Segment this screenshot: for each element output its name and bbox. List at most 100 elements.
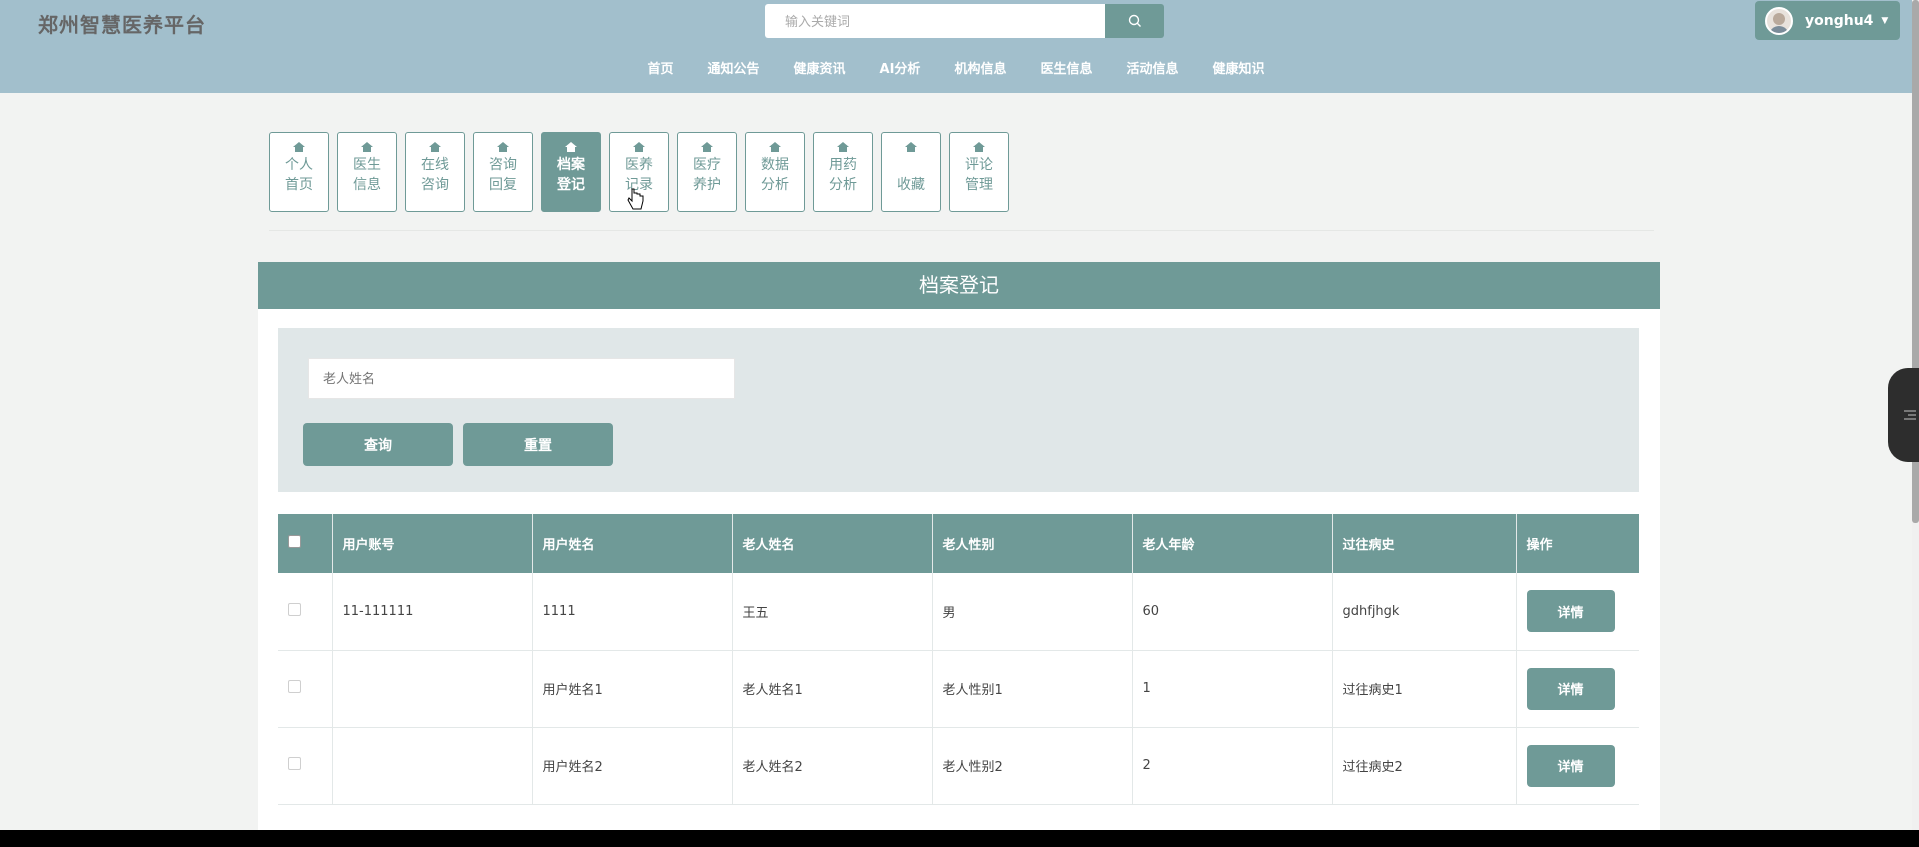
table-cell: 用户姓名1	[532, 650, 733, 728]
table-cell: gdhfjhgk	[1332, 573, 1517, 651]
nav-item-doctors[interactable]: 医生信息	[1023, 58, 1109, 82]
table-cell: 2	[1132, 727, 1333, 805]
top-header: 郑州智慧医养平台 yonghu4 ▼ 首页 通知公告 健康资讯 AI分析 机构信…	[0, 0, 1912, 93]
detail-button[interactable]: 详情	[1526, 590, 1615, 633]
site-brand[interactable]: 郑州智慧医养平台	[38, 9, 206, 38]
table-cell: 1111	[532, 573, 733, 651]
tile-label-line1: 个人	[285, 157, 313, 173]
menu-tile[interactable]: 收藏	[881, 132, 941, 212]
tile-label-line2: 管理	[965, 177, 993, 193]
mouse-cursor-icon	[627, 188, 644, 210]
table-cell: 1	[1132, 650, 1333, 728]
menu-tile[interactable]: 档案 登记	[541, 132, 601, 212]
table-cell: 老人姓名2	[732, 727, 933, 805]
query-button[interactable]: 查询	[303, 423, 453, 466]
tile-label-line2: 回复	[489, 177, 517, 193]
tile-label-line1: 数据	[761, 157, 789, 173]
col-header: 用户姓名	[532, 514, 733, 573]
tile-label-line1: 医疗	[693, 157, 721, 173]
menu-tile[interactable]: 数据 分析	[745, 132, 805, 212]
side-drawer-toggle[interactable]	[1888, 368, 1919, 462]
tile-label-line1: 评论	[965, 157, 993, 173]
table-cell	[332, 650, 533, 728]
menu-tile[interactable]: 用药 分析	[813, 132, 873, 212]
table-cell: 60	[1132, 573, 1333, 651]
search-button[interactable]	[1105, 4, 1164, 38]
list-icon	[1904, 410, 1916, 420]
home-icon	[565, 142, 577, 152]
row-select-cell	[278, 650, 333, 728]
table-header-row: 用户账号 用户姓名 老人姓名 老人性别 老人年龄 过往病史 操作	[278, 514, 1639, 573]
detail-button[interactable]: 详情	[1526, 667, 1615, 710]
user-menu[interactable]: yonghu4 ▼	[1755, 1, 1900, 40]
nav-item-health-knowledge[interactable]: 健康知识	[1195, 58, 1281, 82]
nav-item-health-news[interactable]: 健康资讯	[777, 58, 863, 82]
home-icon	[497, 142, 509, 152]
col-header: 操作	[1516, 514, 1639, 573]
menu-tile[interactable]: 评论 管理	[949, 132, 1009, 212]
tile-label-line2: 分析	[761, 177, 789, 193]
table-cell: 老人性别2	[932, 727, 1133, 805]
table-cell: 过往病史1	[1332, 650, 1517, 728]
tile-label-line2: 首页	[285, 177, 313, 193]
menu-tile[interactable]: 个人 首页	[269, 132, 329, 212]
nav-item-ai-analysis[interactable]: AI分析	[863, 58, 938, 82]
select-all-checkbox[interactable]	[288, 535, 301, 548]
col-header: 老人性别	[932, 514, 1133, 573]
table-row: 11-111111 1111 王五男 60 gdhfjhgk 详情	[278, 573, 1639, 651]
nav-item-home[interactable]: 首页	[630, 58, 690, 82]
table-cell	[332, 727, 533, 805]
tile-label-line2: 登记	[557, 177, 585, 193]
row-checkbox[interactable]	[288, 680, 301, 693]
col-header: 老人年龄	[1132, 514, 1333, 573]
menu-tile[interactable]: 医生 信息	[337, 132, 397, 212]
home-icon	[973, 142, 985, 152]
nav-item-institutions[interactable]: 机构信息	[937, 58, 1023, 82]
tile-label-line1: 档案	[557, 157, 585, 173]
avatar	[1765, 6, 1793, 35]
archive-table: 用户账号 用户姓名 老人姓名 老人性别 老人年龄 过往病史 操作 11-1111…	[278, 514, 1639, 805]
tile-label-line1: 医生	[353, 157, 381, 173]
search-input[interactable]	[765, 4, 1105, 38]
nav-item-activities[interactable]: 活动信息	[1109, 58, 1195, 82]
username: yonghu4	[1805, 12, 1874, 29]
detail-button[interactable]: 详情	[1526, 744, 1615, 787]
tile-label-line1: 在线	[421, 157, 449, 173]
tile-label-line2: 养护	[693, 177, 721, 193]
action-cell: 详情	[1516, 727, 1639, 805]
main-nav: 首页 通知公告 健康资讯 AI分析 机构信息 医生信息 活动信息 健康知识	[0, 58, 1912, 82]
tile-label-line1: 医养	[625, 157, 653, 173]
col-header: 过往病史	[1332, 514, 1517, 573]
tile-label-line2: 分析	[829, 177, 857, 193]
nav-item-notices[interactable]: 通知公告	[691, 58, 777, 82]
home-icon	[293, 142, 305, 152]
bottom-bar	[0, 830, 1919, 847]
menu-tile[interactable]: 医疗 养护	[677, 132, 737, 212]
col-header: 用户账号	[332, 514, 533, 573]
tile-label-line1	[882, 155, 940, 175]
tile-label-line2: 收藏	[897, 177, 925, 193]
action-cell: 详情	[1516, 573, 1639, 651]
row-select-cell	[278, 727, 333, 805]
search-icon	[1128, 14, 1141, 27]
table-cell: 11-111111	[332, 573, 533, 651]
tile-label-line2: 信息	[353, 177, 381, 193]
home-icon	[429, 142, 441, 152]
row-select-cell	[278, 573, 333, 651]
tile-label-line1: 用药	[829, 157, 857, 173]
table-cell: 老人性别1	[932, 650, 1133, 728]
home-icon	[701, 142, 713, 152]
reset-button[interactable]: 重置	[463, 423, 613, 466]
menu-tile[interactable]: 在线 咨询	[405, 132, 465, 212]
row-checkbox[interactable]	[288, 757, 301, 770]
row-checkbox[interactable]	[288, 602, 301, 616]
divider	[269, 230, 1654, 231]
home-icon	[905, 142, 917, 152]
filter-area: 查询 重置	[278, 328, 1639, 492]
menu-tile[interactable]: 咨询 回复	[473, 132, 533, 212]
caret-down-icon: ▼	[1881, 15, 1889, 26]
action-cell: 详情	[1516, 650, 1639, 728]
tile-label-line2: 咨询	[421, 177, 449, 193]
elder-name-input[interactable]	[308, 358, 735, 399]
table-row: 用户姓名1 老人姓名1 老人性别1 1 过往病史1 详情	[278, 650, 1639, 728]
